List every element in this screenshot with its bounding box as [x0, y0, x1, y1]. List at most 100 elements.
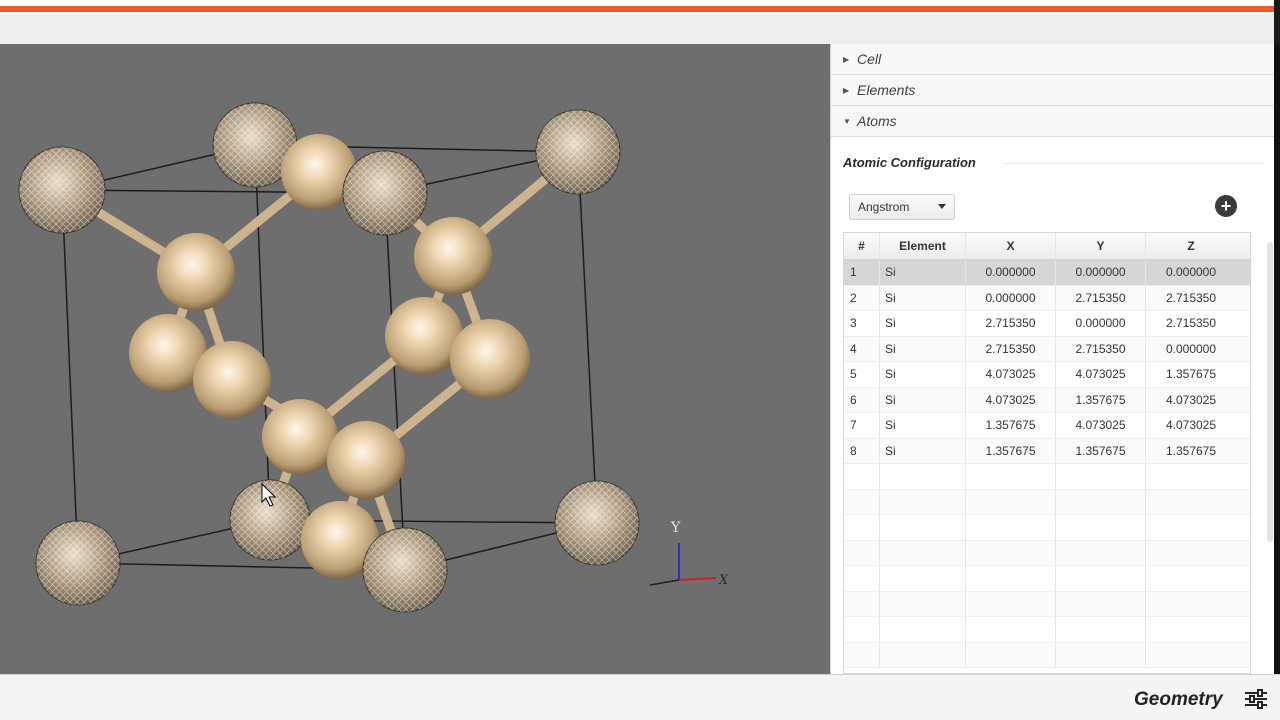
cell-element[interactable]: Si — [880, 362, 966, 387]
cell-x[interactable] — [966, 515, 1056, 540]
cell-z[interactable] — [1146, 617, 1236, 642]
table-row[interactable]: 6 Si 4.073025 1.357675 4.073025 — [844, 387, 1250, 413]
cell-z[interactable]: 2.715350 — [1146, 311, 1236, 336]
cell-y[interactable]: 2.715350 — [1056, 336, 1146, 361]
atoms-table[interactable]: # Element X Y Z 1 Si 0.000000 0.000000 0.000… — [843, 232, 1251, 674]
cell-index[interactable]: 1 — [844, 260, 880, 285]
cell-index[interactable] — [844, 566, 880, 591]
cell-index[interactable] — [844, 515, 880, 540]
cell-x[interactable]: 2.715350 — [966, 311, 1056, 336]
cell-x[interactable] — [966, 591, 1056, 616]
table-row[interactable]: 4 Si 2.715350 2.715350 0.000000 — [844, 336, 1250, 362]
cell-y[interactable] — [1056, 464, 1146, 489]
column-header-index[interactable]: # — [844, 233, 880, 259]
cell-element[interactable] — [880, 540, 966, 565]
cell-z[interactable]: 0.000000 — [1146, 337, 1236, 362]
cell-x[interactable]: 0.000000 — [966, 260, 1056, 285]
cell-z[interactable] — [1146, 464, 1236, 489]
cell-y[interactable] — [1056, 540, 1146, 565]
cell-element[interactable] — [880, 642, 966, 667]
cell-index[interactable]: 2 — [844, 285, 880, 310]
cell-x[interactable] — [966, 617, 1056, 642]
cell-index[interactable]: 3 — [844, 311, 880, 336]
cell-x[interactable] — [966, 566, 1056, 591]
cell-y[interactable]: 0.000000 — [1056, 260, 1146, 285]
table-row[interactable]: 7 Si 1.357675 4.073025 4.073025 — [844, 413, 1250, 439]
cell-element[interactable]: Si — [880, 438, 966, 463]
cell-z[interactable] — [1146, 592, 1236, 617]
table-row[interactable]: 1 Si 0.000000 0.000000 0.000000 — [844, 260, 1250, 286]
cell-z[interactable]: 4.073025 — [1146, 413, 1236, 438]
cell-x[interactable]: 4.073025 — [966, 387, 1056, 412]
cell-y[interactable]: 1.357675 — [1056, 438, 1146, 463]
table-row[interactable] — [844, 591, 1250, 617]
cell-x[interactable]: 2.715350 — [966, 336, 1056, 361]
cell-z[interactable]: 0.000000 — [1146, 260, 1236, 285]
cell-z[interactable] — [1146, 541, 1236, 566]
cell-x[interactable] — [966, 642, 1056, 667]
unit-dropdown[interactable]: Angstrom — [849, 194, 955, 220]
cell-z[interactable]: 2.715350 — [1146, 286, 1236, 311]
cell-element[interactable]: Si — [880, 311, 966, 336]
cell-index[interactable] — [844, 464, 880, 489]
cell-z[interactable]: 4.073025 — [1146, 388, 1236, 413]
cell-element[interactable] — [880, 617, 966, 642]
table-row[interactable]: 3 Si 2.715350 0.000000 2.715350 — [844, 311, 1250, 337]
cell-element[interactable]: Si — [880, 285, 966, 310]
cell-x[interactable] — [966, 489, 1056, 514]
cell-y[interactable] — [1056, 617, 1146, 642]
table-scrollbar[interactable] — [1267, 242, 1273, 542]
section-cell-header[interactable]: ▶ Cell — [831, 44, 1274, 75]
cell-z[interactable] — [1146, 515, 1236, 540]
table-row[interactable] — [844, 515, 1250, 541]
section-atoms-header[interactable]: ▼ Atoms — [831, 106, 1274, 137]
cell-z[interactable]: 1.357675 — [1146, 439, 1236, 464]
cell-element[interactable]: Si — [880, 336, 966, 361]
cell-y[interactable] — [1056, 591, 1146, 616]
cell-y[interactable]: 2.715350 — [1056, 285, 1146, 310]
cell-y[interactable] — [1056, 566, 1146, 591]
table-row[interactable] — [844, 642, 1250, 668]
cell-element[interactable] — [880, 566, 966, 591]
cell-index[interactable]: 4 — [844, 336, 880, 361]
cell-x[interactable] — [966, 464, 1056, 489]
cell-z[interactable]: 1.357675 — [1146, 362, 1236, 387]
cell-z[interactable] — [1146, 643, 1236, 668]
cell-index[interactable] — [844, 642, 880, 667]
settings-sliders-icon[interactable] — [1244, 689, 1268, 709]
table-row[interactable] — [844, 464, 1250, 490]
crystal-structure-render[interactable]: Y X — [0, 44, 830, 674]
cell-y[interactable]: 4.073025 — [1056, 362, 1146, 387]
add-atom-button[interactable]: + — [1215, 195, 1237, 217]
cell-z[interactable] — [1146, 566, 1236, 591]
cell-element[interactable]: Si — [880, 413, 966, 438]
column-header-x[interactable]: X — [966, 233, 1056, 259]
table-row[interactable] — [844, 617, 1250, 643]
cell-index[interactable] — [844, 591, 880, 616]
cell-y[interactable]: 1.357675 — [1056, 387, 1146, 412]
cell-index[interactable] — [844, 617, 880, 642]
cell-y[interactable]: 4.073025 — [1056, 413, 1146, 438]
cell-x[interactable] — [966, 540, 1056, 565]
table-row[interactable]: 8 Si 1.357675 1.357675 1.357675 — [844, 438, 1250, 464]
cell-index[interactable]: 7 — [844, 413, 880, 438]
cell-index[interactable] — [844, 489, 880, 514]
cell-y[interactable] — [1056, 489, 1146, 514]
table-row[interactable] — [844, 540, 1250, 566]
cell-element[interactable]: Si — [880, 387, 966, 412]
cell-y[interactable]: 0.000000 — [1056, 311, 1146, 336]
cell-y[interactable] — [1056, 642, 1146, 667]
cell-index[interactable]: 8 — [844, 438, 880, 463]
table-row[interactable] — [844, 489, 1250, 515]
section-elements-header[interactable]: ▶ Elements — [831, 75, 1274, 106]
cell-x[interactable]: 0.000000 — [966, 285, 1056, 310]
table-row[interactable]: 2 Si 0.000000 2.715350 2.715350 — [844, 285, 1250, 311]
cell-index[interactable]: 6 — [844, 387, 880, 412]
cell-element[interactable] — [880, 489, 966, 514]
structure-viewport[interactable]: Y X — [0, 44, 830, 674]
cell-x[interactable]: 4.073025 — [966, 362, 1056, 387]
cell-element[interactable] — [880, 464, 966, 489]
cell-x[interactable]: 1.357675 — [966, 438, 1056, 463]
cell-y[interactable] — [1056, 515, 1146, 540]
cell-x[interactable]: 1.357675 — [966, 413, 1056, 438]
